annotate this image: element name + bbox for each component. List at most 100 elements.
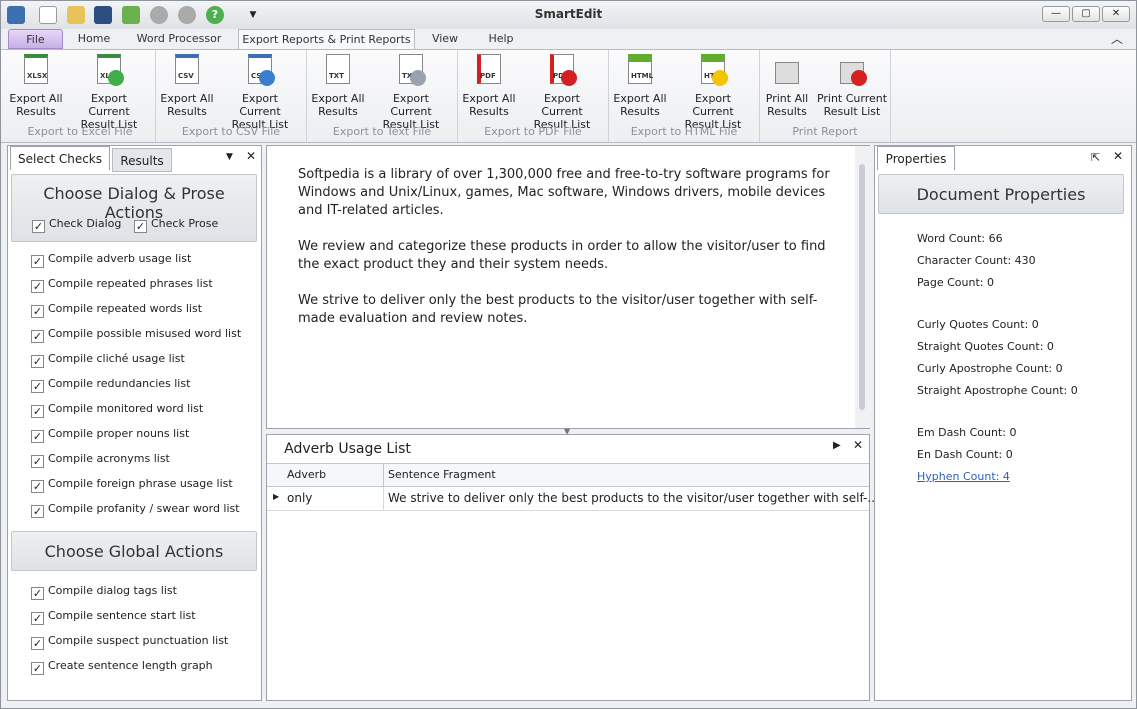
button-label: Print Current	[816, 92, 888, 105]
tab-adverb-usage[interactable]: Adverb Usage List	[270, 437, 425, 461]
checkbox-box[interactable]: ✓	[32, 220, 45, 233]
check-option[interactable]: ✓ Compile possible misused word list	[31, 327, 241, 343]
check-option[interactable]: ✓ Compile suspect punctuation list	[31, 634, 228, 650]
checkbox-label: Check Prose	[151, 217, 219, 230]
scrollbar-thumb[interactable]	[859, 164, 865, 410]
checkbox-box[interactable]: ✓	[31, 380, 44, 393]
property-item: En Dash Count: 0	[917, 448, 1013, 461]
export-all-csv-button[interactable]: CSV Export All Results	[158, 54, 216, 118]
export-current-html-button[interactable]: HTML Export CurrentResult List	[673, 54, 753, 131]
close-icon[interactable]: ✕	[853, 438, 863, 452]
editor-scrollbar[interactable]	[855, 146, 871, 428]
export-current-text-button[interactable]: TXT Export CurrentResult List	[371, 54, 451, 131]
checkbox-box[interactable]: ✓	[134, 220, 147, 233]
check-option[interactable]: ✓ Compile foreign phrase usage list	[31, 477, 233, 493]
pin-icon[interactable]: ⇱	[1091, 151, 1100, 164]
checkbox-label: Compile cliché usage list	[48, 352, 185, 365]
button-label: Result List	[823, 105, 881, 118]
checkbox-label: Compile suspect punctuation list	[48, 634, 229, 647]
minimize-button[interactable]: —	[1042, 6, 1070, 22]
html-icon: HTML	[631, 72, 654, 80]
checkbox-label: Compile adverb usage list	[48, 252, 192, 265]
button-label: Print All	[765, 92, 809, 105]
check-option[interactable]: ✓ Compile profanity / swear word list	[31, 502, 240, 518]
check-option[interactable]: ✓ Compile sentence start list	[31, 609, 196, 625]
checkbox-box[interactable]: ✓	[31, 612, 44, 625]
print-current-button[interactable]: Print Current Result List	[814, 54, 890, 118]
checkbox-box[interactable]: ✓	[31, 455, 44, 468]
export-all-excel-button[interactable]: XLSX Export All Results	[7, 54, 65, 118]
export-all-text-button[interactable]: TXT Export All Results	[309, 54, 367, 118]
print-all-button[interactable]: Print All Results	[762, 54, 812, 118]
export-current-excel-button[interactable]: XLSX Export CurrentResult List	[69, 54, 149, 131]
maximize-button[interactable]: ▢	[1072, 6, 1100, 22]
tab-view[interactable]: View	[425, 29, 465, 49]
panel-menu-icon[interactable]: ▼	[226, 152, 233, 162]
scroll-tabs-icon[interactable]: ▶	[833, 440, 841, 451]
check-option[interactable]: ✓ Compile acronyms list	[31, 452, 170, 468]
tab-properties[interactable]: Properties	[877, 146, 955, 170]
tab-file[interactable]: File	[8, 29, 63, 49]
checkbox-label: Compile redundancies list	[48, 377, 191, 390]
button-label: Results	[16, 105, 56, 118]
tab-export-reports[interactable]: Export Reports & Print Reports	[238, 29, 415, 49]
check-option[interactable]: ✓ Compile proper nouns list	[31, 427, 189, 443]
button-label: Results	[469, 105, 509, 118]
export-current-csv-button[interactable]: CSV Export CurrentResult List	[220, 54, 300, 131]
group-html: HTML Export AllResults HTML Export Curre…	[609, 50, 760, 142]
checkbox-box[interactable]: ✓	[31, 505, 44, 518]
check-option[interactable]: ✓ Create sentence length graph	[31, 659, 213, 675]
close-button[interactable]: ✕	[1102, 6, 1130, 22]
check-option[interactable]: ✓ Compile redundancies list	[31, 377, 190, 393]
group-csv: CSV Export AllResults CSV Export Current…	[156, 50, 307, 142]
column-sentence-fragment[interactable]: Sentence Fragment	[388, 468, 496, 481]
check-option[interactable]: ✓ Compile cliché usage list	[31, 352, 185, 368]
checkbox-box[interactable]: ✓	[31, 637, 44, 650]
export-current-pdf-button[interactable]: PDF Export CurrentResult List	[522, 54, 602, 131]
column-adverb[interactable]: Adverb	[287, 468, 326, 481]
pdf-icon: PDF	[480, 72, 496, 80]
tab-home[interactable]: Home	[71, 29, 117, 49]
editor-panel[interactable]: Softpedia is a library of over 1,300,000…	[266, 145, 871, 429]
export-all-pdf-button[interactable]: PDF Export All Results	[460, 54, 518, 118]
button-label: Results	[620, 105, 660, 118]
export-all-html-button[interactable]: HTML Export All Results	[611, 54, 669, 118]
check-option[interactable]: ✓ Compile adverb usage list	[31, 252, 191, 268]
check-prose-checkbox[interactable]: ✓ Check Prose	[134, 217, 218, 233]
collapse-ribbon-icon[interactable]: ︿	[1107, 29, 1127, 49]
tab-word-processor[interactable]: Word Processor	[133, 29, 225, 49]
table-row[interactable]: ▶ only We strive to deliver only the bes…	[267, 487, 879, 511]
group-excel: XLSX Export AllResults XLSX Export Curre…	[5, 50, 156, 142]
paragraph: We review and categorize these products …	[298, 239, 826, 272]
tab-help[interactable]: Help	[481, 29, 521, 49]
close-icon[interactable]: ✕	[246, 149, 256, 163]
check-dialog-checkbox[interactable]: ✓ Check Dialog	[32, 217, 121, 233]
checkbox-box[interactable]: ✓	[31, 405, 44, 418]
properties-panel: Properties ⇱ ✕	[874, 145, 1132, 701]
hyphen-count-link[interactable]: Hyphen Count: 4	[917, 470, 1010, 483]
txt-icon: TXT	[329, 72, 344, 80]
checkbox-box[interactable]: ✓	[31, 662, 44, 675]
editor-content[interactable]: Softpedia is a library of over 1,300,000…	[298, 166, 838, 328]
checkbox-box[interactable]: ✓	[31, 480, 44, 493]
close-icon[interactable]: ✕	[1113, 149, 1123, 163]
check-option[interactable]: ✓ Compile monitored word list	[31, 402, 203, 418]
checkbox-box[interactable]: ✓	[31, 280, 44, 293]
check-option[interactable]: ✓ Compile repeated words list	[31, 302, 202, 318]
checkbox-box[interactable]: ✓	[31, 305, 44, 318]
ribbon: XLSX Export AllResults XLSX Export Curre…	[1, 49, 1136, 143]
group-label: Export to CSV File	[181, 125, 281, 138]
tab-results[interactable]: Results	[112, 148, 172, 172]
checkbox-label: Compile profanity / swear word list	[48, 502, 240, 515]
checkbox-box[interactable]: ✓	[31, 587, 44, 600]
tab-select-checks[interactable]: Select Checks	[10, 146, 110, 170]
document-properties-header: Document Properties	[878, 174, 1124, 214]
checkbox-box[interactable]: ✓	[31, 330, 44, 343]
printer-icon	[775, 62, 799, 84]
checkbox-box[interactable]: ✓	[31, 255, 44, 268]
button-label: Export All	[160, 92, 214, 105]
check-option[interactable]: ✓ Compile dialog tags list	[31, 584, 177, 600]
checkbox-box[interactable]: ✓	[31, 430, 44, 443]
checkbox-box[interactable]: ✓	[31, 355, 44, 368]
check-option[interactable]: ✓ Compile repeated phrases list	[31, 277, 213, 293]
